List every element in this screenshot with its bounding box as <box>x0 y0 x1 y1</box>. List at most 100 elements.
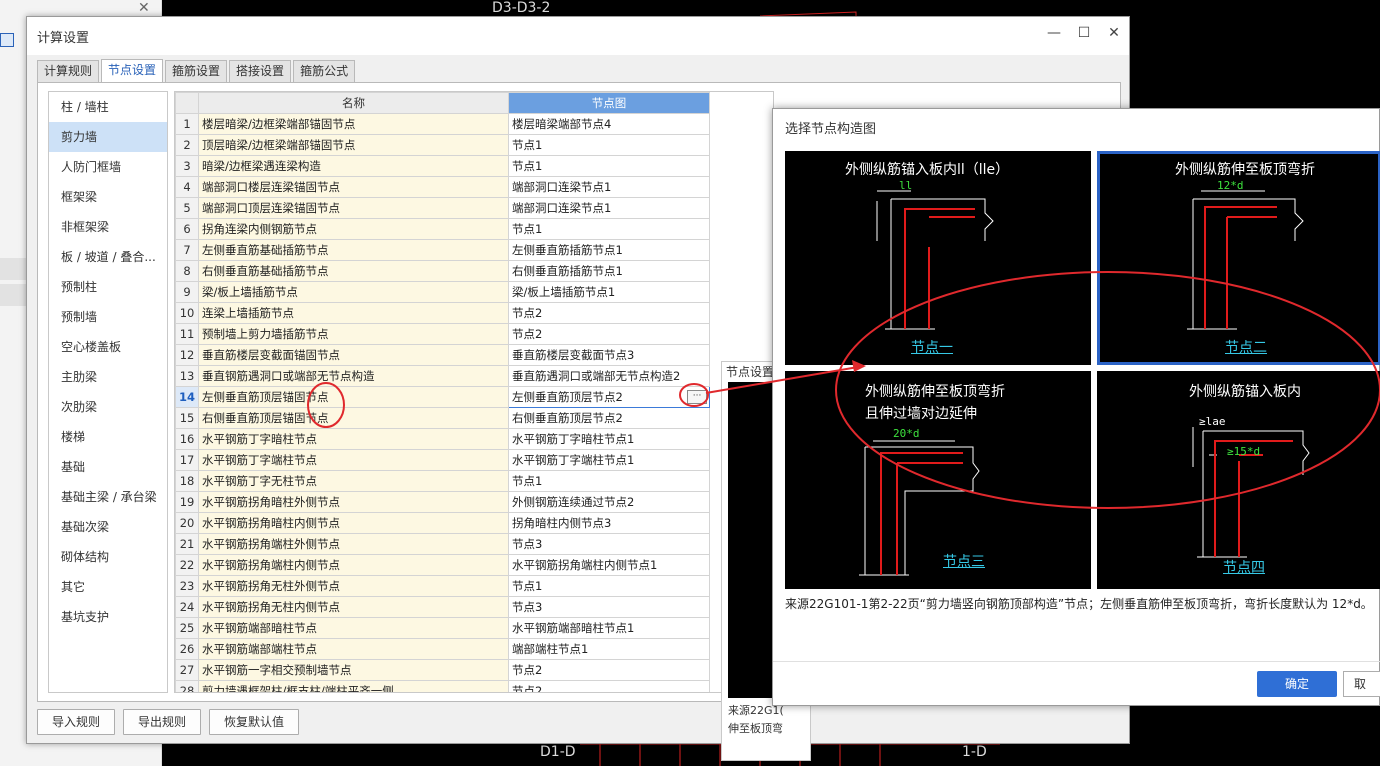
row-name-cell[interactable]: 水平钢筋拐角端柱内侧节点 <box>198 554 510 576</box>
category-item[interactable]: 预制柱 <box>49 272 167 302</box>
row-diagram-cell[interactable]: 节点1 <box>508 155 711 177</box>
close-icon[interactable]: ✕ <box>138 0 150 16</box>
row-name-cell[interactable]: 水平钢筋拐角暗柱外侧节点 <box>198 491 510 513</box>
row-diagram-cell[interactable]: 水平钢筋拐角端柱内侧节点1 <box>508 554 711 576</box>
row-diagram-cell[interactable]: 梁/板上墙插筋节点1 <box>508 281 711 303</box>
node-4-link[interactable]: 节点四 <box>1223 557 1265 577</box>
row-name-cell[interactable]: 水平钢筋拐角无柱内侧节点 <box>198 596 510 618</box>
category-item[interactable]: 板 / 坡道 / 叠合... <box>49 242 167 272</box>
table-row[interactable]: 13 垂直钢筋遇洞口或端部无节点构造 垂直筋遇洞口或端部无节点构造2 <box>175 365 711 387</box>
row-name-cell[interactable]: 端部洞口楼层连梁锚固节点 <box>198 176 510 198</box>
row-diagram-cell[interactable]: 节点1 <box>508 218 711 240</box>
row-name-cell[interactable]: 左侧垂直筋顶层锚固节点 <box>198 386 510 408</box>
table-row[interactable]: 8 右侧垂直筋基础插筋节点 右侧垂直筋插筋节点1 <box>175 260 711 282</box>
row-diagram-cell[interactable]: 水平钢筋端部暗柱节点1 <box>508 617 711 639</box>
row-diagram-cell[interactable]: 右侧垂直筋插筋节点1 <box>508 260 711 282</box>
row-name-cell[interactable]: 垂直筋楼层变截面锚固节点 <box>198 344 510 366</box>
node-option-2[interactable]: 12*d 外侧纵筋伸至板顶弯折 节点二 <box>1097 151 1380 365</box>
maximize-icon[interactable]: ☐ <box>1077 25 1091 41</box>
table-row[interactable]: 16 水平钢筋丁字暗柱节点 水平钢筋丁字暗柱节点1 <box>175 428 711 450</box>
table-row[interactable]: 9 梁/板上墙插筋节点 梁/板上墙插筋节点1 <box>175 281 711 303</box>
row-diagram-cell[interactable]: 节点1 <box>508 134 711 156</box>
row-diagram-cell[interactable]: 垂直筋遇洞口或端部无节点构造2 <box>508 365 711 387</box>
table-row[interactable]: 11 预制墙上剪力墙插筋节点 节点2 <box>175 323 711 345</box>
row-diagram-cell[interactable]: 节点2 <box>508 680 711 692</box>
category-item[interactable]: 框架梁 <box>49 182 167 212</box>
minimize-icon[interactable]: — <box>1047 25 1061 41</box>
row-name-cell[interactable]: 水平钢筋端部暗柱节点 <box>198 617 510 639</box>
table-row[interactable]: 27 水平钢筋一字相交预制墙节点 节点2 <box>175 659 711 681</box>
table-row[interactable]: 24 水平钢筋拐角无柱内侧节点 节点3 <box>175 596 711 618</box>
import-rules-button[interactable]: 导入规则 <box>37 709 116 735</box>
table-row[interactable]: 28 剪力墙遇框架柱/框支柱/端柱平齐一侧 节点2 <box>175 680 711 692</box>
table-row[interactable]: 10 连梁上墙插筋节点 节点2 <box>175 302 711 324</box>
row-diagram-cell[interactable]: 左侧垂直筋顶层节点2 ··· <box>508 386 711 408</box>
row-diagram-cell[interactable]: 右侧垂直筋顶层节点2 <box>508 407 711 429</box>
table-row[interactable]: 18 水平钢筋丁字无柱节点 节点1 <box>175 470 711 492</box>
tab-node-settings[interactable]: 节点设置 <box>101 59 164 82</box>
category-item[interactable]: 基础次梁 <box>49 512 167 542</box>
row-name-cell[interactable]: 连梁上墙插筋节点 <box>198 302 510 324</box>
row-name-cell[interactable]: 右侧垂直筋顶层锚固节点 <box>198 407 510 429</box>
row-name-cell[interactable]: 水平钢筋拐角暗柱内侧节点 <box>198 512 510 534</box>
export-rules-button[interactable]: 导出规则 <box>123 709 202 735</box>
row-name-cell[interactable]: 水平钢筋一字相交预制墙节点 <box>198 659 510 681</box>
row-name-cell[interactable]: 垂直钢筋遇洞口或端部无节点构造 <box>198 365 510 387</box>
table-row[interactable]: 3 暗梁/边框梁遇连梁构造 节点1 <box>175 155 711 177</box>
row-diagram-cell[interactable]: 垂直筋楼层变截面节点3 <box>508 344 711 366</box>
row-diagram-cell[interactable]: 节点2 <box>508 302 711 324</box>
node-1-link[interactable]: 节点一 <box>911 337 953 357</box>
row-name-cell[interactable]: 梁/板上墙插筋节点 <box>198 281 510 303</box>
category-item[interactable]: 楼梯 <box>49 422 167 452</box>
table-row[interactable]: 26 水平钢筋端部端柱节点 端部端柱节点1 <box>175 638 711 660</box>
category-item[interactable]: 基础 <box>49 452 167 482</box>
table-row[interactable]: 6 拐角连梁内侧钢筋节点 节点1 <box>175 218 711 240</box>
category-item[interactable]: 柱 / 墙柱 <box>49 92 167 122</box>
table-row[interactable]: 23 水平钢筋拐角无柱外侧节点 节点1 <box>175 575 711 597</box>
table-row[interactable]: 20 水平钢筋拐角暗柱内侧节点 拐角暗柱内侧节点3 <box>175 512 711 534</box>
table-row[interactable]: 12 垂直筋楼层变截面锚固节点 垂直筋楼层变截面节点3 <box>175 344 711 366</box>
tab-stirrup-settings[interactable]: 箍筋设置 <box>165 60 228 82</box>
row-name-cell[interactable]: 水平钢筋拐角端柱外侧节点 <box>198 533 510 555</box>
row-diagram-cell[interactable]: 节点3 <box>508 596 711 618</box>
table-row[interactable]: 15 右侧垂直筋顶层锚固节点 右侧垂直筋顶层节点2 <box>175 407 711 429</box>
category-item[interactable]: 砌体结构 <box>49 542 167 572</box>
table-row[interactable]: 2 顶层暗梁/边框梁端部锚固节点 节点1 <box>175 134 711 156</box>
row-name-cell[interactable]: 右侧垂直筋基础插筋节点 <box>198 260 510 282</box>
row-name-cell[interactable]: 拐角连梁内侧钢筋节点 <box>198 218 510 240</box>
row-diagram-cell[interactable]: 水平钢筋丁字端柱节点1 <box>508 449 711 471</box>
row-diagram-cell[interactable]: 拐角暗柱内侧节点3 <box>508 512 711 534</box>
row-name-cell[interactable]: 水平钢筋拐角无柱外侧节点 <box>198 575 510 597</box>
row-name-cell[interactable]: 剪力墙遇框架柱/框支柱/端柱平齐一侧 <box>198 680 510 692</box>
col-name-header[interactable]: 名称 <box>198 92 510 114</box>
node-option-1[interactable]: ll 外侧纵筋锚入板内ll（lle） 节点一 <box>785 151 1091 365</box>
table-row[interactable]: 14 左侧垂直筋顶层锚固节点 左侧垂直筋顶层节点2 ··· <box>175 386 711 408</box>
row-name-cell[interactable]: 顶层暗梁/边框梁端部锚固节点 <box>198 134 510 156</box>
row-diagram-cell[interactable]: 外侧钢筋连续通过节点2 <box>508 491 711 513</box>
tab-stirrup-formula[interactable]: 箍筋公式 <box>293 60 356 82</box>
row-diagram-cell[interactable]: 节点3 <box>508 533 711 555</box>
row-name-cell[interactable]: 暗梁/边框梁遇连梁构造 <box>198 155 510 177</box>
category-item[interactable]: 预制墙 <box>49 302 167 332</box>
row-diagram-cell[interactable]: 节点2 <box>508 323 711 345</box>
row-name-cell[interactable]: 水平钢筋丁字暗柱节点 <box>198 428 510 450</box>
row-diagram-cell[interactable]: 节点1 <box>508 575 711 597</box>
row-name-cell[interactable]: 水平钢筋丁字端柱节点 <box>198 449 510 471</box>
document-icon[interactable] <box>0 33 14 47</box>
close-icon[interactable]: ✕ <box>1107 25 1121 41</box>
row-diagram-cell[interactable]: 左侧垂直筋插筋节点1 <box>508 239 711 261</box>
category-item[interactable]: 基坑支护 <box>49 602 167 632</box>
ellipsis-button[interactable]: ··· <box>687 390 708 404</box>
table-row[interactable]: 5 端部洞口顶层连梁锚固节点 端部洞口连梁节点1 <box>175 197 711 219</box>
table-row[interactable]: 21 水平钢筋拐角端柱外侧节点 节点3 <box>175 533 711 555</box>
category-item[interactable]: 其它 <box>49 572 167 602</box>
row-diagram-cell[interactable]: 楼层暗梁端部节点4 <box>508 113 711 135</box>
row-name-cell[interactable]: 端部洞口顶层连梁锚固节点 <box>198 197 510 219</box>
category-item[interactable]: 基础主梁 / 承台梁 <box>49 482 167 512</box>
row-name-cell[interactable]: 水平钢筋丁字无柱节点 <box>198 470 510 492</box>
table-row[interactable]: 19 水平钢筋拐角暗柱外侧节点 外侧钢筋连续通过节点2 <box>175 491 711 513</box>
row-name-cell[interactable]: 楼层暗梁/边框梁端部锚固节点 <box>198 113 510 135</box>
row-diagram-cell[interactable]: 端部端柱节点1 <box>508 638 711 660</box>
row-diagram-cell[interactable]: 端部洞口连梁节点1 <box>508 176 711 198</box>
node-option-4[interactable]: ≥lae ≥15*d 外侧纵筋锚入板内 节点四 <box>1097 371 1380 589</box>
